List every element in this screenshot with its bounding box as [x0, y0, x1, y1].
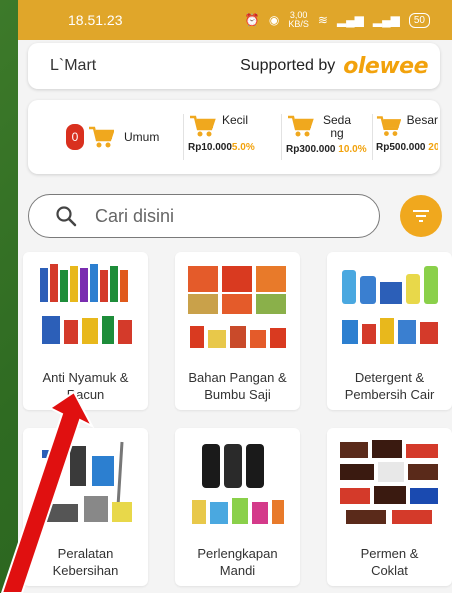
category-card-bahan-pangan[interactable]: Bahan Pangan & Bumbu Saji [175, 252, 300, 410]
cart-icon [190, 115, 216, 137]
net-speed: 3,00 KB/S [288, 10, 309, 29]
category-card-detergent[interactable]: Detergent & Pembersih Cair [327, 252, 452, 410]
cart-icon [89, 126, 114, 148]
wifi-icon: ≋ [317, 13, 328, 27]
tier-name: Kecil [222, 113, 249, 127]
status-icons: ⏰ ◉ 3,00 KB/S ≋ ▂▄▆ ▂▄▆ 50 [245, 11, 430, 29]
category-card-anti-nyamuk[interactable]: Anti Nyamuk & Racun [23, 252, 148, 410]
product-image [188, 266, 286, 348]
tier-name: Besar [406, 113, 438, 127]
signal-icon: ▂▄▆ [336, 13, 364, 27]
tier-price: Rp500.000 [376, 142, 426, 153]
search-input[interactable]: Cari disini [28, 194, 380, 238]
supported-by: Supported by olewee [240, 54, 428, 79]
cart-badge: 0 [66, 124, 84, 150]
product-image [40, 264, 132, 344]
category-card-permen[interactable]: Permen & Coklat [327, 428, 452, 586]
location-icon: ◉ [268, 13, 280, 27]
store-header: L`Mart Supported by olewee [28, 43, 440, 89]
search-icon [56, 206, 77, 227]
tier-price: Rp300.000 [286, 144, 336, 155]
category-card-peralatan[interactable]: Peralatan Kebersihan [23, 428, 148, 586]
tier-umum[interactable]: 0 Umum [66, 124, 159, 150]
category-card-perlengkapan-mandi[interactable]: Perlengkapan Mandi [175, 428, 300, 586]
tier-divider [183, 114, 184, 160]
tier-percent: 10.0% [338, 144, 367, 155]
tier-kecil[interactable]: Kecil Rp10.0005.0% [188, 114, 282, 164]
cart-icon [376, 116, 401, 136]
battery-icon: 50 [408, 12, 430, 28]
brand-logo: olewee [343, 53, 428, 79]
phone-screen: 18.51.23 ⏰ ◉ 3,00 KB/S ≋ ▂▄▆ ▂▄▆ 50 L`Ma… [18, 0, 452, 593]
search-row: Cari disini [28, 192, 442, 242]
filter-button[interactable] [400, 195, 442, 237]
signal-icon-2: ▂▄▆ [372, 13, 400, 27]
price-tier-card: 0 Umum Kecil Rp10.0005.0% Sedang Rp300.0… [28, 100, 440, 174]
cart-icon [288, 115, 314, 137]
product-image [342, 266, 438, 344]
product-image [192, 444, 284, 524]
tier-name: Sedang [322, 113, 352, 140]
category-label: Perlengkapan Mandi [197, 546, 278, 578]
tier-besar[interactable]: Besar Rp500.000 20.0% [376, 114, 438, 164]
tier-percent: 5.0% [231, 142, 255, 153]
product-image [340, 440, 438, 524]
tier-sedang[interactable]: Sedang Rp300.000 10.0% [286, 114, 380, 164]
alarm-icon: ⏰ [244, 13, 260, 27]
category-label: Peralatan Kebersihan [52, 546, 119, 578]
category-label: Detergent & Pembersih Cair [344, 370, 435, 402]
supported-label: Supported by [240, 57, 336, 74]
category-label: Anti Nyamuk & Racun [42, 370, 129, 402]
category-label: Bahan Pangan & Bumbu Saji [188, 370, 287, 402]
search-placeholder: Cari disini [95, 205, 175, 226]
tier-price: Rp10.000 [188, 142, 232, 153]
filter-icon [413, 210, 429, 222]
tier-umum-label: Umum [124, 130, 160, 144]
product-image [40, 441, 132, 522]
tier-percent: 20.0% [428, 142, 438, 153]
status-bar: 18.51.23 ⏰ ◉ 3,00 KB/S ≋ ▂▄▆ ▂▄▆ 50 [18, 0, 452, 40]
store-name: L`Mart [50, 57, 97, 74]
category-label: Permen & Coklat [360, 546, 419, 578]
status-time: 18.51.23 [68, 12, 123, 28]
